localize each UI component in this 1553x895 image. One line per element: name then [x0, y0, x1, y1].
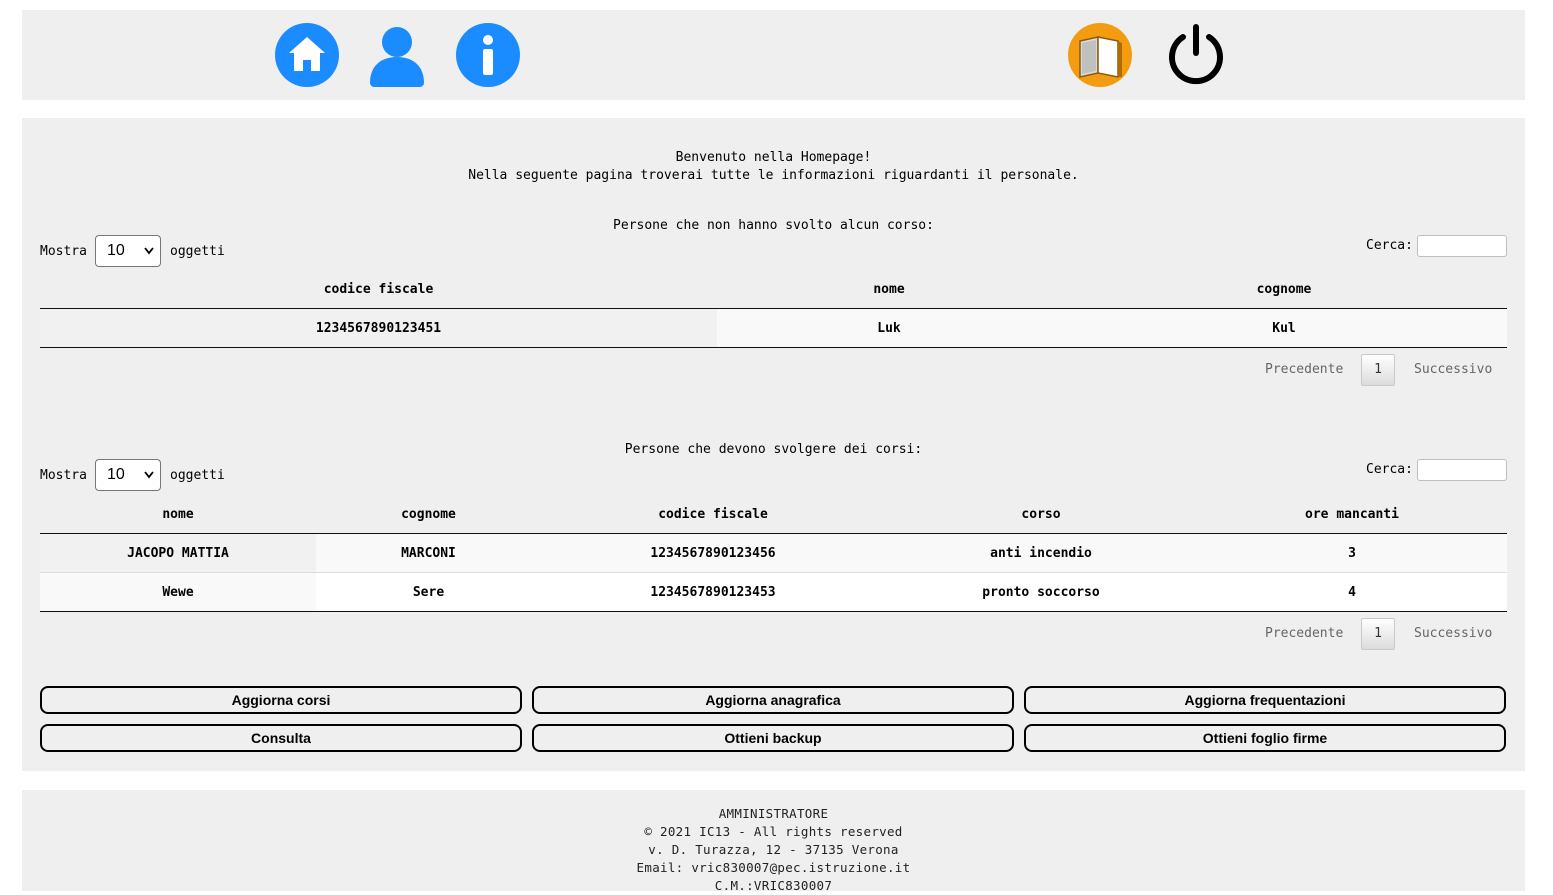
- table-cell: 4: [1197, 572, 1507, 612]
- table2-search-label: Cerca:: [1366, 462, 1413, 477]
- table1-prev-button[interactable]: Precedente: [1265, 362, 1343, 377]
- table1-page-button[interactable]: 1: [1361, 354, 1395, 386]
- table2-prev-button[interactable]: Precedente: [1265, 626, 1343, 641]
- table1-caption: Persone che non hanno svolto alcun corso…: [613, 218, 934, 233]
- table-row: Wewe Sere 1234567890123453 pronto soccor…: [40, 572, 1507, 612]
- table2-search-input[interactable]: [1417, 459, 1507, 481]
- footer: AMMINISTRATORE © 2021 IC13 - All rights …: [22, 790, 1525, 893]
- table-row: 1234567890123451 Luk Kul: [40, 308, 1507, 348]
- table2-length-value: 10: [107, 466, 125, 483]
- table1-col-header[interactable]: codice fiscale: [40, 270, 717, 309]
- top-navbar: [22, 10, 1525, 100]
- aggiorna-anagrafica-button[interactable]: Aggiorna anagrafica: [532, 686, 1014, 714]
- chevron-down-icon: [144, 471, 154, 479]
- table-cell: Wewe: [40, 572, 316, 612]
- user-icon[interactable]: [365, 23, 429, 87]
- table2-next-button[interactable]: Successivo: [1414, 626, 1492, 641]
- table1-length-select[interactable]: 10: [95, 235, 161, 267]
- table-cell: Sere: [316, 572, 541, 612]
- table-cell: JACOPO MATTIA: [40, 533, 316, 573]
- info-icon[interactable]: [456, 23, 520, 87]
- table2-col-header[interactable]: nome: [40, 495, 316, 534]
- table-cell: 1234567890123451: [40, 308, 717, 348]
- table-cell: Luk: [717, 308, 1061, 348]
- book-icon[interactable]: [1068, 23, 1132, 87]
- table2-col-header[interactable]: codice fiscale: [541, 495, 885, 534]
- table1: codice fiscale nome cognome 123456789012…: [40, 270, 1507, 348]
- table2-length-prefix: Mostra: [40, 468, 87, 483]
- table1-next-button[interactable]: Successivo: [1414, 362, 1492, 377]
- table2-length-suffix: oggetti: [170, 468, 225, 483]
- table2-page-button[interactable]: 1: [1361, 618, 1395, 650]
- aggiorna-corsi-button[interactable]: Aggiorna corsi: [40, 686, 522, 714]
- table1-search-input[interactable]: [1417, 235, 1507, 257]
- footer-text: AMMINISTRATORE © 2021 IC13 - All rights …: [22, 805, 1525, 895]
- footer-cm: C.M.:VRIC830007: [714, 878, 833, 893]
- welcome-line-2: Nella seguente pagina troverai tutte le …: [468, 168, 1079, 183]
- welcome-line-1: Benvenuto nella Homepage!: [675, 150, 872, 165]
- footer-address: v. D. Turazza, 12 - 37135 Verona: [648, 842, 899, 857]
- table1-length-prefix: Mostra: [40, 244, 87, 259]
- table2-caption: Persone che devono svolgere dei corsi:: [624, 442, 923, 457]
- consulta-button[interactable]: Consulta: [40, 724, 522, 752]
- table-cell: pronto soccorso: [885, 572, 1197, 612]
- table-cell: anti incendio: [885, 533, 1197, 573]
- table2-col-header[interactable]: ore mancanti: [1197, 495, 1507, 534]
- footer-email: Email: vric830007@pec.istruzione.it: [636, 860, 911, 875]
- table1-header-row: codice fiscale nome cognome: [40, 270, 1507, 309]
- table1-length-suffix: oggetti: [170, 244, 225, 259]
- table-cell: MARCONI: [316, 533, 541, 573]
- ottieni-foglio-firme-button[interactable]: Ottieni foglio firme: [1024, 724, 1506, 752]
- table1-col-header[interactable]: cognome: [1061, 270, 1507, 309]
- table2-col-header[interactable]: cognome: [316, 495, 541, 534]
- table2-col-header[interactable]: corso: [885, 495, 1197, 534]
- table2-header-row: nome cognome codice fiscale corso ore ma…: [40, 495, 1507, 534]
- table-cell: 1234567890123453: [541, 572, 885, 612]
- table1-search-label: Cerca:: [1366, 238, 1413, 253]
- aggiorna-frequentazioni-button[interactable]: Aggiorna frequentazioni: [1024, 686, 1506, 714]
- table2: nome cognome codice fiscale corso ore ma…: [40, 495, 1507, 612]
- table-cell: Kul: [1061, 308, 1507, 348]
- table-cell: 1234567890123456: [541, 533, 885, 573]
- table-row: JACOPO MATTIA MARCONI 1234567890123456 a…: [40, 533, 1507, 573]
- footer-copyright: © 2021 IC13 - All rights reserved: [644, 824, 903, 839]
- home-icon[interactable]: [275, 23, 339, 87]
- table1-col-header[interactable]: nome: [717, 270, 1061, 309]
- table1-length-value: 10: [107, 242, 125, 259]
- main-content: Benvenuto nella Homepage! Nella seguente…: [22, 118, 1525, 771]
- table2-length-select[interactable]: 10: [95, 459, 161, 491]
- chevron-down-icon: [144, 247, 154, 255]
- footer-role: AMMINISTRATORE: [718, 806, 829, 821]
- table-cell: 3: [1197, 533, 1507, 573]
- ottieni-backup-button[interactable]: Ottieni backup: [532, 724, 1014, 752]
- power-icon[interactable]: [1164, 23, 1228, 87]
